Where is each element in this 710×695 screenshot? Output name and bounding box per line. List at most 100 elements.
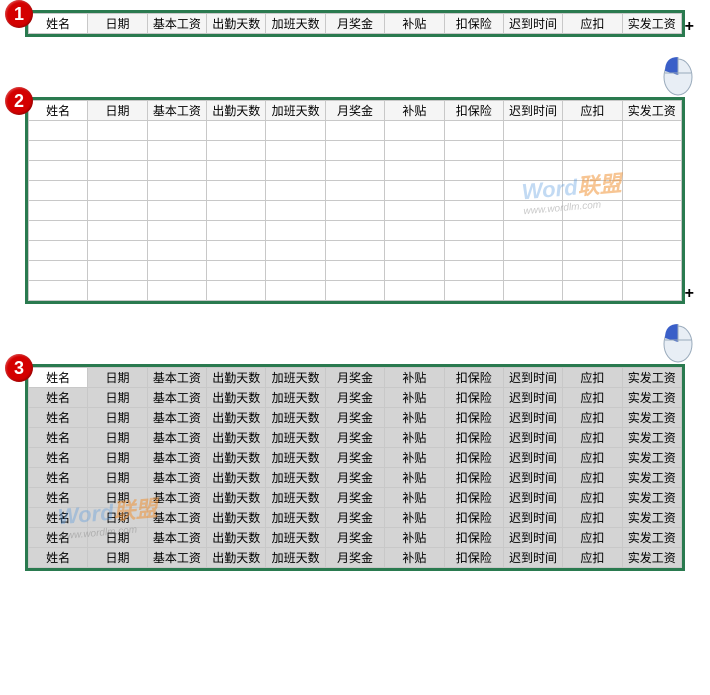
empty-row[interactable]: [29, 281, 682, 301]
header-cell[interactable]: 基本工资: [147, 14, 206, 34]
cell[interactable]: [385, 241, 444, 261]
cell[interactable]: [207, 241, 266, 261]
cell[interactable]: 日期: [88, 368, 147, 388]
cell[interactable]: 实发工资: [622, 508, 681, 528]
cell[interactable]: 姓名: [29, 548, 88, 568]
cell[interactable]: 月奖金: [325, 448, 384, 468]
cell[interactable]: 出勤天数: [207, 488, 266, 508]
cell[interactable]: 出勤天数: [207, 548, 266, 568]
cell[interactable]: 月奖金: [325, 428, 384, 448]
cell[interactable]: [622, 201, 681, 221]
data-row[interactable]: 姓名日期基本工资出勤天数加班天数月奖金补贴扣保险迟到时间应扣实发工资: [29, 428, 682, 448]
cell[interactable]: [266, 161, 325, 181]
cell[interactable]: 月奖金: [325, 488, 384, 508]
cell[interactable]: [29, 141, 88, 161]
cell[interactable]: 补贴: [385, 468, 444, 488]
cell[interactable]: [147, 161, 206, 181]
header-cell[interactable]: 补贴: [385, 14, 444, 34]
cell[interactable]: 扣保险: [444, 488, 503, 508]
cell[interactable]: [622, 241, 681, 261]
cell[interactable]: [147, 141, 206, 161]
header-cell[interactable]: 扣保险: [444, 101, 503, 121]
cell[interactable]: [207, 181, 266, 201]
cell[interactable]: 实发工资: [622, 448, 681, 468]
cell[interactable]: 出勤天数: [207, 448, 266, 468]
cell[interactable]: 应扣: [563, 388, 622, 408]
cell[interactable]: 姓名: [29, 528, 88, 548]
cell[interactable]: 日期: [88, 528, 147, 548]
cell[interactable]: 加班天数: [266, 368, 325, 388]
cell[interactable]: 日期: [88, 388, 147, 408]
cell[interactable]: 日期: [88, 488, 147, 508]
cell[interactable]: [444, 121, 503, 141]
cell[interactable]: [622, 181, 681, 201]
cell[interactable]: [503, 261, 562, 281]
fill-handle-plus[interactable]: +: [685, 285, 694, 303]
cell[interactable]: [563, 221, 622, 241]
cell[interactable]: 基本工资: [147, 388, 206, 408]
cell[interactable]: [503, 281, 562, 301]
cell[interactable]: 应扣: [563, 488, 622, 508]
cell[interactable]: [29, 121, 88, 141]
cell[interactable]: [325, 181, 384, 201]
header-cell[interactable]: 加班天数: [266, 14, 325, 34]
cell[interactable]: [444, 201, 503, 221]
table-3[interactable]: 姓名日期基本工资出勤天数加班天数月奖金补贴扣保险迟到时间应扣实发工资姓名日期基本…: [28, 367, 682, 568]
cell[interactable]: 补贴: [385, 508, 444, 528]
cell[interactable]: 日期: [88, 428, 147, 448]
cell[interactable]: [207, 281, 266, 301]
cell[interactable]: 姓名: [29, 508, 88, 528]
cell[interactable]: [29, 201, 88, 221]
cell[interactable]: [207, 161, 266, 181]
cell[interactable]: [29, 241, 88, 261]
cell[interactable]: [29, 281, 88, 301]
cell[interactable]: [88, 261, 147, 281]
cell[interactable]: 实发工资: [622, 388, 681, 408]
data-row[interactable]: 姓名日期基本工资出勤天数加班天数月奖金补贴扣保险迟到时间应扣实发工资: [29, 408, 682, 428]
cell[interactable]: [563, 201, 622, 221]
cell[interactable]: 日期: [88, 548, 147, 568]
header-cell[interactable]: 姓名: [29, 101, 88, 121]
cell[interactable]: [88, 181, 147, 201]
empty-row[interactable]: [29, 261, 682, 281]
cell[interactable]: [503, 201, 562, 221]
cell[interactable]: [266, 261, 325, 281]
header-cell[interactable]: 出勤天数: [207, 101, 266, 121]
cell[interactable]: [444, 141, 503, 161]
cell[interactable]: [385, 161, 444, 181]
cell[interactable]: 出勤天数: [207, 408, 266, 428]
cell[interactable]: [444, 261, 503, 281]
cell[interactable]: 补贴: [385, 548, 444, 568]
cell[interactable]: [325, 281, 384, 301]
header-cell[interactable]: 姓名: [29, 14, 88, 34]
cell[interactable]: [622, 221, 681, 241]
cell[interactable]: [266, 121, 325, 141]
cell[interactable]: [563, 121, 622, 141]
cell[interactable]: 补贴: [385, 428, 444, 448]
cell[interactable]: 应扣: [563, 428, 622, 448]
data-row[interactable]: 姓名日期基本工资出勤天数加班天数月奖金补贴扣保险迟到时间应扣实发工资: [29, 488, 682, 508]
cell[interactable]: 应扣: [563, 408, 622, 428]
cell[interactable]: 迟到时间: [503, 388, 562, 408]
header-cell[interactable]: 日期: [88, 101, 147, 121]
cell[interactable]: [622, 261, 681, 281]
cell[interactable]: 迟到时间: [503, 548, 562, 568]
header-cell[interactable]: 迟到时间: [503, 101, 562, 121]
cell[interactable]: [503, 121, 562, 141]
cell[interactable]: [325, 161, 384, 181]
cell[interactable]: [147, 281, 206, 301]
cell[interactable]: [503, 241, 562, 261]
data-row[interactable]: 姓名日期基本工资出勤天数加班天数月奖金补贴扣保险迟到时间应扣实发工资: [29, 388, 682, 408]
header-cell[interactable]: 扣保险: [444, 14, 503, 34]
cell[interactable]: [385, 261, 444, 281]
cell[interactable]: [266, 241, 325, 261]
cell[interactable]: 基本工资: [147, 508, 206, 528]
cell[interactable]: [147, 241, 206, 261]
cell[interactable]: 扣保险: [444, 388, 503, 408]
cell[interactable]: 加班天数: [266, 548, 325, 568]
cell[interactable]: [147, 181, 206, 201]
cell[interactable]: [622, 121, 681, 141]
cell[interactable]: [622, 141, 681, 161]
cell[interactable]: [29, 161, 88, 181]
cell[interactable]: 基本工资: [147, 488, 206, 508]
